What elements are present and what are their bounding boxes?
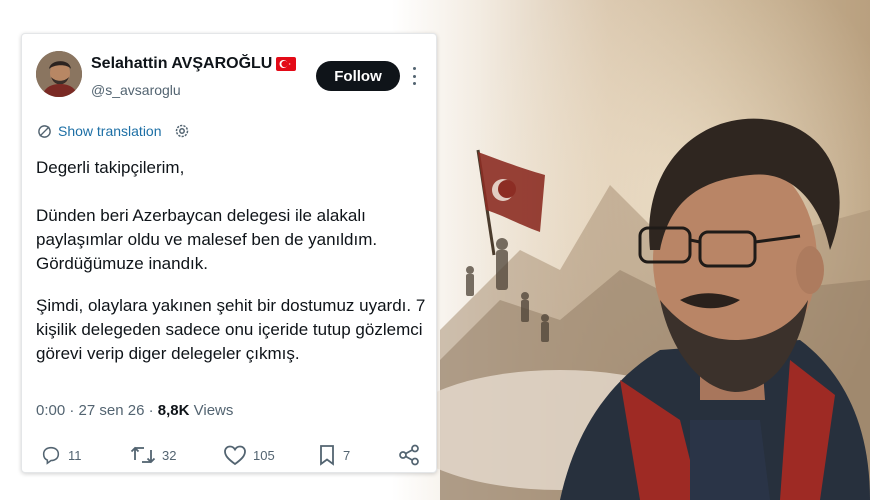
- repost-count: 32: [162, 447, 177, 463]
- views-count: 8,8K: [157, 402, 190, 419]
- avatar[interactable]: [36, 51, 82, 97]
- more-icon[interactable]: [409, 67, 419, 85]
- reply-icon: [42, 446, 60, 465]
- like-button[interactable]: 105: [223, 444, 275, 466]
- tweet-paragraph: Dünden beri Azerbaycan delegesi ile alak…: [36, 206, 378, 273]
- translate-icon: [38, 124, 51, 138]
- tweet-paragraph: Şimdi, olaylara yakınen şehit bir dostum…: [36, 296, 426, 363]
- reply-count: 11: [68, 447, 82, 463]
- like-count: 105: [253, 447, 275, 463]
- share-button[interactable]: [398, 444, 420, 466]
- views-label: Views: [193, 402, 234, 419]
- show-translation[interactable]: Show translation: [37, 123, 190, 139]
- avatar-image: [36, 51, 82, 97]
- like-icon: [224, 445, 246, 466]
- repost-button[interactable]: 32: [130, 444, 176, 466]
- follow-button[interactable]: Follow: [316, 61, 400, 91]
- author-handle[interactable]: @s_avsaroglu: [91, 82, 181, 98]
- reply-button[interactable]: 11: [40, 444, 82, 466]
- settings-icon[interactable]: [174, 123, 190, 139]
- bookmark-button[interactable]: 7: [317, 444, 350, 466]
- bookmark-count: 7: [343, 447, 351, 463]
- tweet-actions: 11 32 105 7: [36, 444, 426, 466]
- turkey-flag-icon: [276, 57, 297, 71]
- tweet-paragraph: Degerli takipçilerim,: [36, 158, 185, 177]
- tweet-meta: 0:00 · 27 sen 26 · 8,8K Views: [36, 402, 233, 419]
- author-name[interactable]: Selahattin AVŞAROĞLU: [91, 55, 272, 73]
- author-name-row: Selahattin AVŞAROĞLU: [91, 55, 297, 73]
- repost-icon: [130, 446, 156, 464]
- tweet-time[interactable]: 0:00: [36, 402, 65, 419]
- share-icon: [399, 444, 419, 466]
- meta-separator: ·: [148, 402, 158, 419]
- tweet-card: Selahattin AVŞAROĞLU @s_avsaroglu Follow…: [21, 33, 437, 473]
- show-translation-label[interactable]: Show translation: [58, 123, 162, 139]
- bookmark-icon: [320, 445, 334, 466]
- meta-separator: ·: [69, 402, 79, 419]
- tweet-date[interactable]: 27 sen 26: [79, 402, 145, 419]
